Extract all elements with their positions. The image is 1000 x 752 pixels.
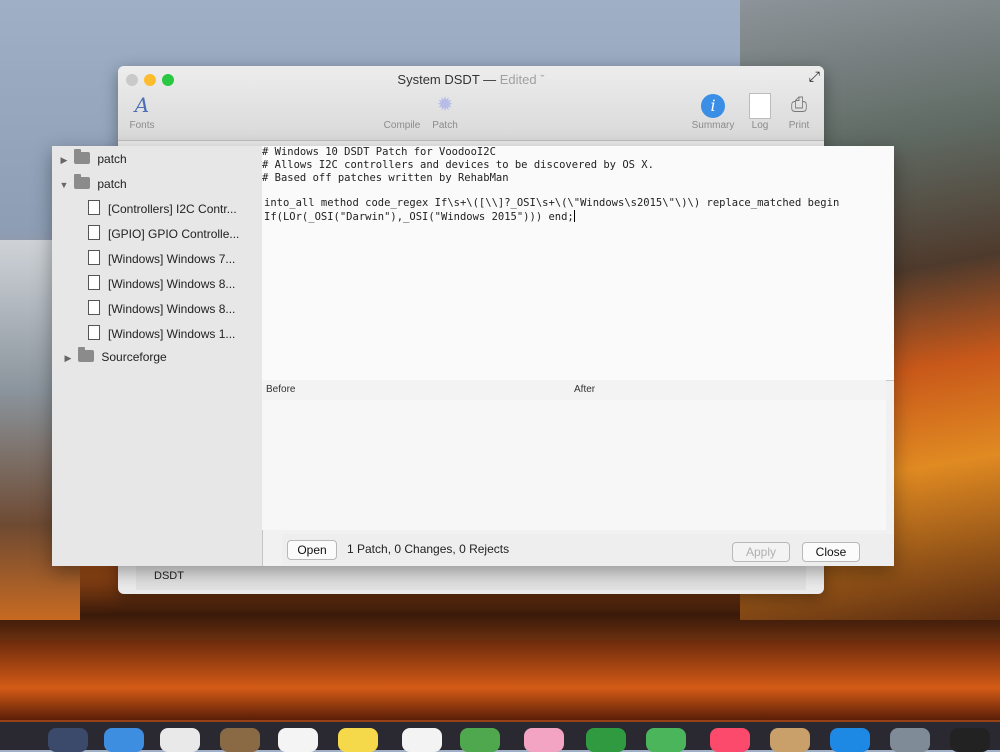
code-line-with-cursor: If(LOr(_OSI("Darwin"),_OSI("Windows 2015… <box>264 210 575 223</box>
disclosure-right-icon[interactable]: ▶ <box>58 149 70 171</box>
compare-results-area[interactable] <box>262 400 886 530</box>
sidebar-item-patch-collapsed[interactable]: ▶ patch <box>58 148 127 170</box>
folder-icon <box>78 347 94 362</box>
after-column-header: After <box>574 384 596 395</box>
window-titlebar: System DSDT — Edited ˇ ⤢ A Fonts Compile… <box>118 66 824 141</box>
disclosure-right-icon[interactable]: ▶ <box>62 347 74 369</box>
open-button[interactable]: Open <box>287 540 337 560</box>
toolbar-print[interactable]: ⎙ Print <box>769 90 829 131</box>
music-icon[interactable] <box>710 728 750 752</box>
facetime-icon[interactable] <box>646 728 686 752</box>
sheet-footer: Open 1 Patch, 0 Changes, 0 Rejects Apply… <box>282 534 894 566</box>
sidebar-item-patch-file[interactable]: [Controllers] I2C Contr... <box>88 198 237 220</box>
code-line: # Allows I2C controllers and devices to … <box>262 159 654 171</box>
sidebar-item-patch-file[interactable]: [Windows] Windows 7... <box>88 248 235 270</box>
patch-text-editor[interactable]: # Windows 10 DSDT Patch for VoodooI2C # … <box>262 146 894 381</box>
compare-header: Before After <box>262 380 886 401</box>
code-line: # Based off patches written by RehabMan <box>262 172 509 184</box>
calendar-icon[interactable] <box>278 728 318 752</box>
document-icon <box>88 225 100 240</box>
before-column-header: Before <box>266 384 296 395</box>
terminal-icon[interactable] <box>950 728 990 752</box>
toolbar-patch[interactable]: ✹ Patch <box>415 90 475 131</box>
disclosure-down-icon[interactable]: ▼ <box>58 174 70 196</box>
sidebar-item-patch-file[interactable]: [GPIO] GPIO Controlle... <box>88 223 239 245</box>
mail-icon[interactable] <box>160 728 200 752</box>
sidebar-item-patch-file[interactable]: [Windows] Windows 8... <box>88 298 235 320</box>
document-icon <box>88 325 100 340</box>
dsdt-label: DSDT <box>154 570 184 582</box>
document-icon <box>88 250 100 265</box>
maps-icon[interactable] <box>460 728 500 752</box>
folder-icon <box>74 174 90 189</box>
patch-status-text: 1 Patch, 0 Changes, 0 Rejects <box>347 542 510 556</box>
apply-button[interactable]: Apply <box>732 542 790 562</box>
sidebar-item-sourceforge[interactable]: ▶ Sourceforge <box>62 346 167 368</box>
desktop-wallpaper-lake <box>0 640 1000 720</box>
sidebar-item-patch-file[interactable]: [Windows] Windows 1... <box>88 323 235 345</box>
fullscreen-icon[interactable]: ⤢ <box>809 68 820 85</box>
toolbar-fonts[interactable]: A Fonts <box>112 90 172 131</box>
code-line: # Windows 10 DSDT Patch for VoodooI2C <box>262 146 496 158</box>
photos-icon[interactable] <box>524 728 564 752</box>
app-store-icon[interactable] <box>830 728 870 752</box>
safari-icon[interactable] <box>104 728 144 752</box>
system-preferences-icon[interactable] <box>890 728 930 752</box>
contacts-icon[interactable] <box>220 728 260 752</box>
sidebar-item-patch-file[interactable]: [Windows] Windows 8... <box>88 273 235 295</box>
launchpad-icon[interactable] <box>48 728 88 752</box>
code-line: into_all method code_regex If\s+\([\\]?_… <box>264 197 840 209</box>
notes-icon[interactable] <box>338 728 378 752</box>
patch-sheet: ▶ patch ▼ patch [Controllers] I2C Contr.… <box>52 146 894 566</box>
patch-icon: ✹ <box>436 94 454 116</box>
books-icon[interactable] <box>770 728 810 752</box>
document-icon <box>88 200 100 215</box>
messages-icon[interactable] <box>586 728 626 752</box>
document-icon <box>88 275 100 290</box>
sidebar-item-patch-expanded[interactable]: ▼ patch <box>58 173 127 195</box>
fonts-icon: A <box>134 93 150 117</box>
patch-sidebar: ▶ patch ▼ patch [Controllers] I2C Contr.… <box>52 146 263 566</box>
close-button[interactable]: Close <box>802 542 860 562</box>
print-icon: ⎙ <box>791 94 807 116</box>
window-title: System DSDT — Edited ˇ <box>397 72 545 87</box>
reminders-icon[interactable] <box>402 728 442 752</box>
document-icon <box>88 300 100 315</box>
text-cursor <box>573 210 575 222</box>
folder-icon <box>74 149 90 164</box>
